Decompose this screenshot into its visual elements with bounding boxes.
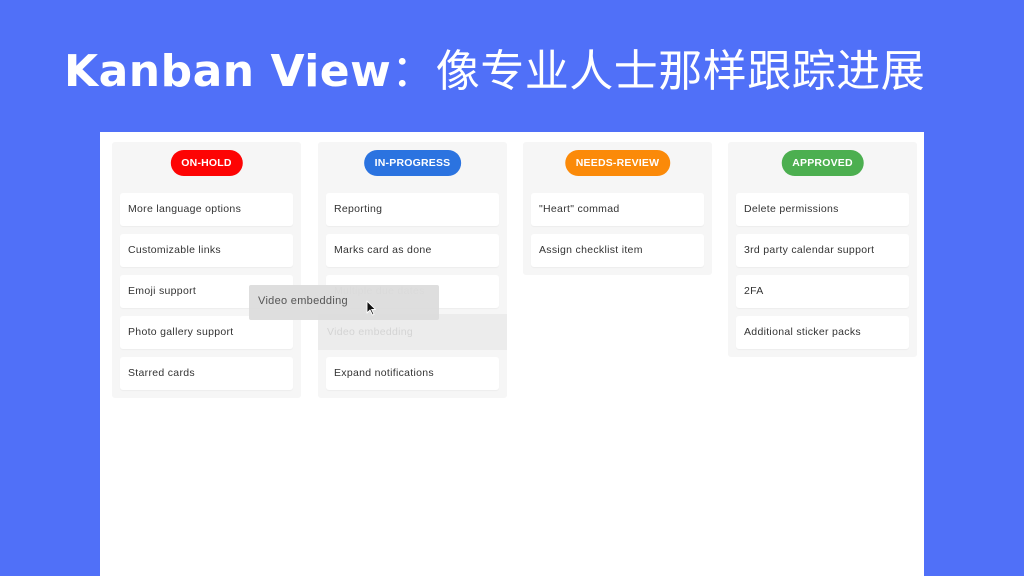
card[interactable]: 2FA	[736, 275, 909, 308]
status-badge-in-progress[interactable]: IN-PROGRESS	[363, 150, 462, 176]
card[interactable]: Marks card as done	[326, 234, 499, 267]
card[interactable]: Photo gallery support	[120, 316, 293, 349]
card[interactable]: More language options	[120, 193, 293, 226]
card[interactable]: Expand notifications	[326, 357, 499, 390]
column-on-hold: ON-HOLD More language options Customizab…	[112, 142, 301, 398]
column-in-progress: IN-PROGRESS Reporting Marks card as done…	[318, 142, 507, 398]
column-approved: APPROVED Delete permissions 3rd party ca…	[728, 142, 917, 357]
card[interactable]: Starred cards	[120, 357, 293, 390]
dragged-card[interactable]: Video embedding	[249, 285, 439, 320]
card[interactable]: Delete permissions	[736, 193, 909, 226]
card[interactable]: 3rd party calendar support	[736, 234, 909, 267]
headline-title: Kanban View	[64, 46, 392, 97]
status-badge-needs-review[interactable]: NEEDS-REVIEW	[564, 150, 671, 176]
column-needs-review: NEEDS-REVIEW "Heart" commad Assign check…	[523, 142, 712, 275]
card[interactable]: Customizable links	[120, 234, 293, 267]
headline-subtitle: ：像专业人士那样跟踪进展	[391, 46, 926, 97]
headline: Kanban View：像专业人士那样跟踪进展	[64, 40, 925, 104]
arrow-cursor-icon	[366, 300, 376, 316]
kanban-board: ON-HOLD More language options Customizab…	[100, 132, 924, 576]
status-badge-approved[interactable]: APPROVED	[781, 150, 864, 176]
status-badge-on-hold[interactable]: ON-HOLD	[170, 150, 243, 176]
card[interactable]: Assign checklist item	[531, 234, 704, 267]
card[interactable]: "Heart" commad	[531, 193, 704, 226]
card[interactable]: Additional sticker packs	[736, 316, 909, 349]
card[interactable]: Reporting	[326, 193, 499, 226]
